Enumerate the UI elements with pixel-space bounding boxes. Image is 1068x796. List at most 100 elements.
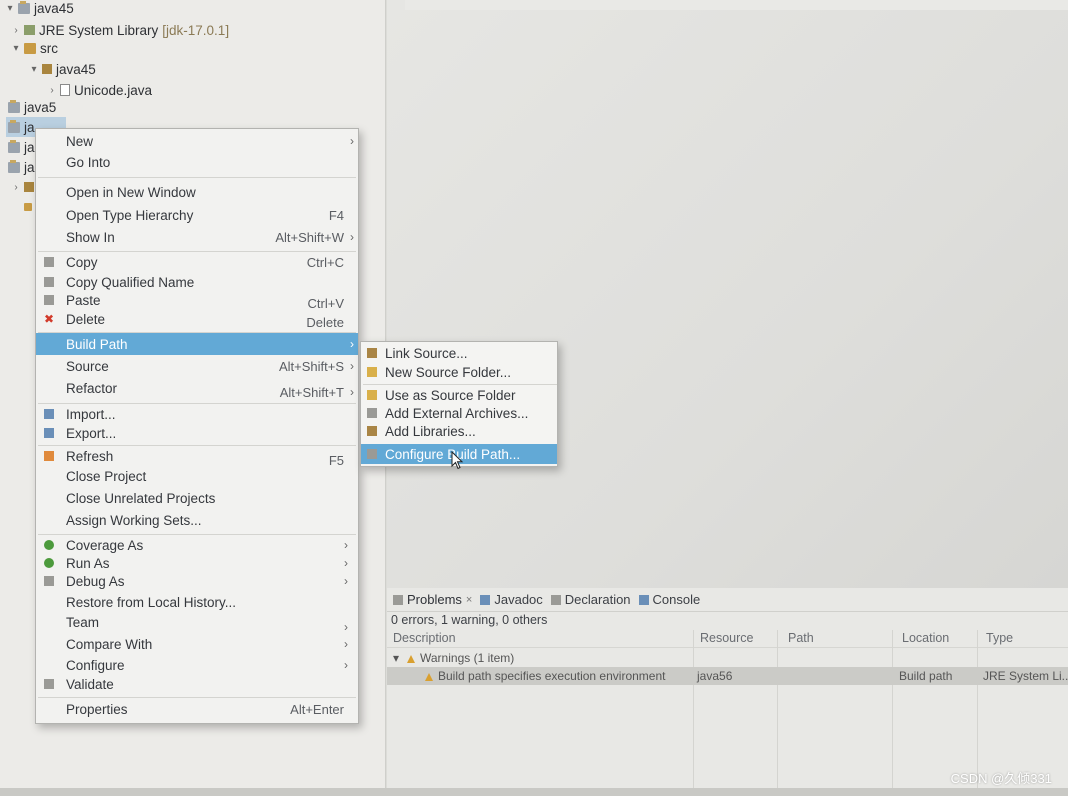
menu-item-refactor[interactable]: Refactor Alt+Shift+T › (36, 378, 358, 401)
tree-item-decoration: [jdk-17.0.1] (162, 22, 230, 38)
menu-item-copy-qualified-name[interactable]: Copy Qualified Name (36, 272, 358, 292)
expand-twisty-icon[interactable]: ▾ (28, 64, 40, 75)
menu-item-source[interactable]: Source Alt+Shift+S › (36, 356, 358, 376)
group-twisty-icon[interactable]: ▾ (393, 651, 399, 665)
menu-item-debug-as[interactable]: Debug As › (36, 571, 358, 591)
menu-item-label: Add Libraries... (385, 423, 476, 439)
problem-location: Build path (899, 669, 953, 683)
column-header-path[interactable]: Path (788, 631, 814, 645)
submenu-arrow-icon: › (350, 337, 354, 351)
menu-item-label: Team (66, 614, 100, 630)
menu-item-show-in[interactable]: Show In Alt+Shift+W › (36, 227, 358, 247)
submenu-arrow-icon: › (344, 574, 348, 588)
expand-twisty-icon[interactable]: ▾ (10, 43, 22, 54)
menu-item-label: Go Into (66, 154, 111, 170)
mouse-pointer-icon (451, 451, 464, 470)
menu-item-build-path[interactable]: Build Path › (36, 333, 358, 355)
menu-item-label: Source (66, 358, 109, 374)
context-menu: New › Go Into Open in New Window Open Ty… (35, 128, 359, 724)
tree-item-project[interactable]: ja (6, 157, 35, 177)
submenu-arrow-icon: › (350, 359, 354, 373)
menu-item-add-libraries[interactable]: Add Libraries... (361, 421, 557, 441)
tree-item-unicode-java[interactable]: › Unicode.java (46, 80, 152, 100)
menu-item-export[interactable]: Export... (36, 423, 358, 443)
menu-item-open-type-hierarchy[interactable]: Open Type Hierarchy F4 (36, 205, 358, 225)
close-icon[interactable]: × (466, 594, 472, 606)
editor-area (387, 0, 1068, 588)
submenu-arrow-icon: › (350, 134, 354, 148)
menu-item-properties[interactable]: Properties Alt+Enter (36, 699, 358, 719)
copy-icon (44, 257, 54, 267)
submenu-arrow-icon: › (344, 658, 348, 672)
tree-item-src[interactable]: ▾ src (10, 38, 58, 58)
tree-item-collapsed[interactable]: › (10, 177, 38, 197)
project-icon (8, 159, 20, 173)
validate-icon (44, 679, 54, 689)
tree-item-partial[interactable] (22, 197, 36, 217)
group-label: Warnings (1 item) (407, 651, 514, 665)
menu-item-label: Add External Archives... (385, 405, 529, 421)
menu-item-new-source-folder[interactable]: New Source Folder... (361, 362, 557, 382)
column-header-description[interactable]: Description (393, 631, 456, 645)
menu-item-assign-working-sets[interactable]: Assign Working Sets... (36, 510, 358, 530)
jar-icon (367, 408, 377, 418)
tree-item-label: ja (24, 119, 35, 135)
collapse-twisty-icon[interactable]: › (10, 25, 22, 36)
menu-item-configure[interactable]: Configure › (36, 655, 358, 675)
submenu-arrow-icon: › (344, 620, 348, 634)
menu-item-refresh[interactable]: Refresh F5 (36, 446, 358, 468)
problem-description-text: Build path specifies execution environme… (438, 669, 666, 683)
tab-declaration[interactable]: Declaration (550, 592, 631, 607)
column-header-type[interactable]: Type (986, 631, 1013, 645)
submenu-arrow-icon: › (350, 230, 354, 244)
menu-item-go-into[interactable]: Go Into (36, 152, 358, 172)
menu-item-import[interactable]: Import... (36, 404, 358, 424)
menu-item-label: Link Source... (385, 345, 468, 361)
menu-item-close-unrelated-projects[interactable]: Close Unrelated Projects (36, 488, 358, 508)
menu-item-delete[interactable]: ✖ Delete Delete (36, 309, 358, 331)
tree-item-java5-project[interactable]: java5 (6, 97, 56, 117)
menu-item-label: Validate (66, 676, 114, 692)
menu-item-label: Compare With (66, 636, 153, 652)
submenu-arrow-icon: › (350, 385, 354, 399)
menu-item-new[interactable]: New › (36, 131, 358, 151)
menu-item-label: Paste (66, 292, 101, 308)
menu-item-coverage-as[interactable]: Coverage As › (36, 535, 358, 555)
tree-item-jre-library[interactable]: › JRE System Library [jdk-17.0.1] (10, 20, 229, 40)
menu-item-run-as[interactable]: Run As › (36, 553, 358, 573)
tree-item-label: java5 (24, 99, 57, 115)
tree-item-project[interactable]: ja (6, 137, 35, 157)
column-header-location[interactable]: Location (902, 631, 949, 645)
menu-item-validate[interactable]: Validate (36, 674, 358, 694)
tree-item-java45-project[interactable]: ▾ java45 (4, 0, 74, 18)
menu-item-link-source[interactable]: Link Source... (361, 343, 557, 363)
menu-item-paste[interactable]: Paste Ctrl+V (36, 290, 358, 311)
menu-item-close-project[interactable]: Close Project (36, 466, 358, 486)
tab-javadoc[interactable]: Javadoc (480, 592, 543, 607)
column-header-resource[interactable]: Resource (700, 631, 754, 645)
problems-group-row[interactable]: ▾ Warnings (1 item) (387, 649, 1068, 667)
tree-item-java45-package[interactable]: ▾ java45 (28, 59, 95, 79)
menu-item-label: Restore from Local History... (66, 594, 237, 610)
menu-item-copy[interactable]: Copy Ctrl+C (36, 252, 358, 272)
menu-item-label: Coverage As (66, 537, 144, 553)
collapse-twisty-icon[interactable]: › (46, 85, 58, 96)
tree-item-label: JRE System Library (39, 22, 159, 38)
java-file-icon (60, 84, 70, 96)
collapse-twisty-icon[interactable]: › (10, 182, 22, 193)
library-icon (24, 25, 35, 35)
tab-console[interactable]: Console (638, 592, 701, 607)
menu-item-team[interactable]: Team › (36, 612, 358, 635)
tab-problems[interactable]: Problems × (393, 592, 472, 607)
tab-label: Console (652, 592, 701, 607)
menu-item-add-external-archives[interactable]: Add External Archives... (361, 403, 557, 423)
menu-item-compare-with[interactable]: Compare With › (36, 634, 358, 654)
menu-item-label: Use as Source Folder (385, 387, 516, 403)
menu-item-use-as-source-folder[interactable]: Use as Source Folder (361, 385, 557, 405)
expand-twisty-icon[interactable]: ▾ (4, 3, 16, 14)
menu-item-restore-from-local-history[interactable]: Restore from Local History... (36, 592, 358, 612)
table-row[interactable]: Build path specifies execution environme… (387, 667, 1068, 685)
menu-item-open-in-new-window[interactable]: Open in New Window (36, 182, 358, 202)
source-folder-icon (24, 42, 36, 54)
submenu-arrow-icon: › (344, 556, 348, 570)
